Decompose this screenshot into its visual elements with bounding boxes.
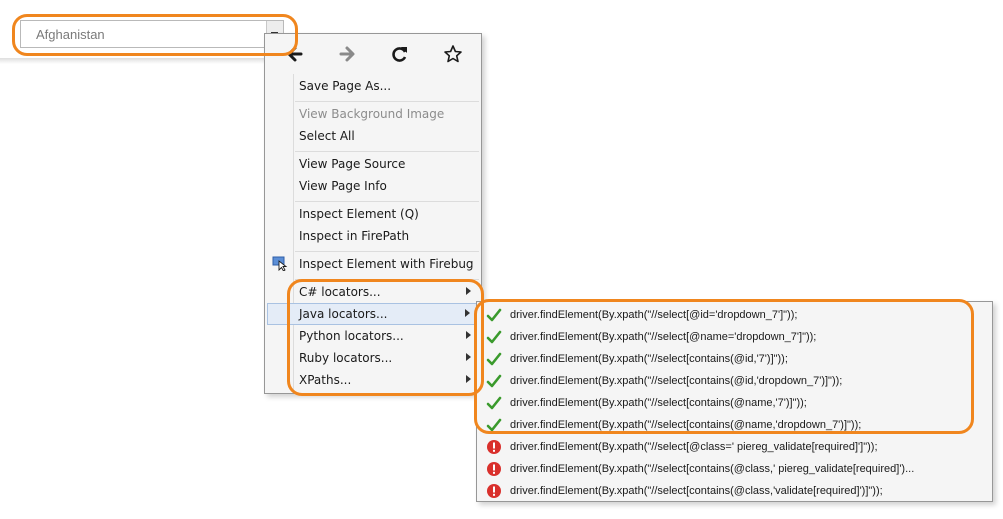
menu-item-view-page-source[interactable]: View Page Source bbox=[299, 154, 405, 174]
forward-arrow-icon[interactable] bbox=[337, 44, 357, 64]
menu-separator bbox=[295, 201, 479, 202]
error-icon bbox=[487, 462, 501, 476]
locator-text: driver.findElement(By.xpath("//select[co… bbox=[510, 463, 915, 475]
select-shadow bbox=[0, 58, 266, 64]
locator-item[interactable]: driver.findElement(By.xpath("//select[co… bbox=[477, 458, 992, 480]
highlight-select bbox=[12, 14, 298, 56]
locator-item[interactable]: driver.findElement(By.xpath("//select[co… bbox=[477, 480, 992, 502]
error-icon bbox=[487, 484, 501, 498]
menu-separator bbox=[295, 101, 479, 102]
menu-item-inspect-firebug[interactable]: Inspect Element with Firebug bbox=[299, 254, 474, 274]
highlight-valid-locators bbox=[474, 299, 974, 434]
menu-item-view-background-image: View Background Image bbox=[299, 107, 445, 121]
menu-item-view-page-info[interactable]: View Page Info bbox=[299, 176, 387, 196]
menu-item-select-all[interactable]: Select All bbox=[299, 126, 355, 146]
locator-text: driver.findElement(By.xpath("//select[co… bbox=[510, 485, 883, 497]
menu-separator bbox=[295, 151, 479, 152]
menu-item-inspect-firepath[interactable]: Inspect in FirePath bbox=[299, 226, 409, 246]
menu-separator bbox=[295, 251, 479, 252]
error-icon bbox=[487, 440, 501, 454]
firebug-inspect-icon bbox=[272, 256, 288, 271]
star-icon[interactable] bbox=[443, 44, 463, 64]
reload-icon[interactable] bbox=[390, 44, 410, 64]
menu-item-inspect-element[interactable]: Inspect Element (Q) bbox=[299, 204, 419, 224]
menu-item-save-page[interactable]: Save Page As... bbox=[299, 76, 391, 96]
highlight-locator-menu bbox=[287, 279, 484, 396]
locator-text: driver.findElement(By.xpath("//select[@c… bbox=[510, 441, 878, 453]
locator-item[interactable]: driver.findElement(By.xpath("//select[@c… bbox=[477, 436, 992, 458]
